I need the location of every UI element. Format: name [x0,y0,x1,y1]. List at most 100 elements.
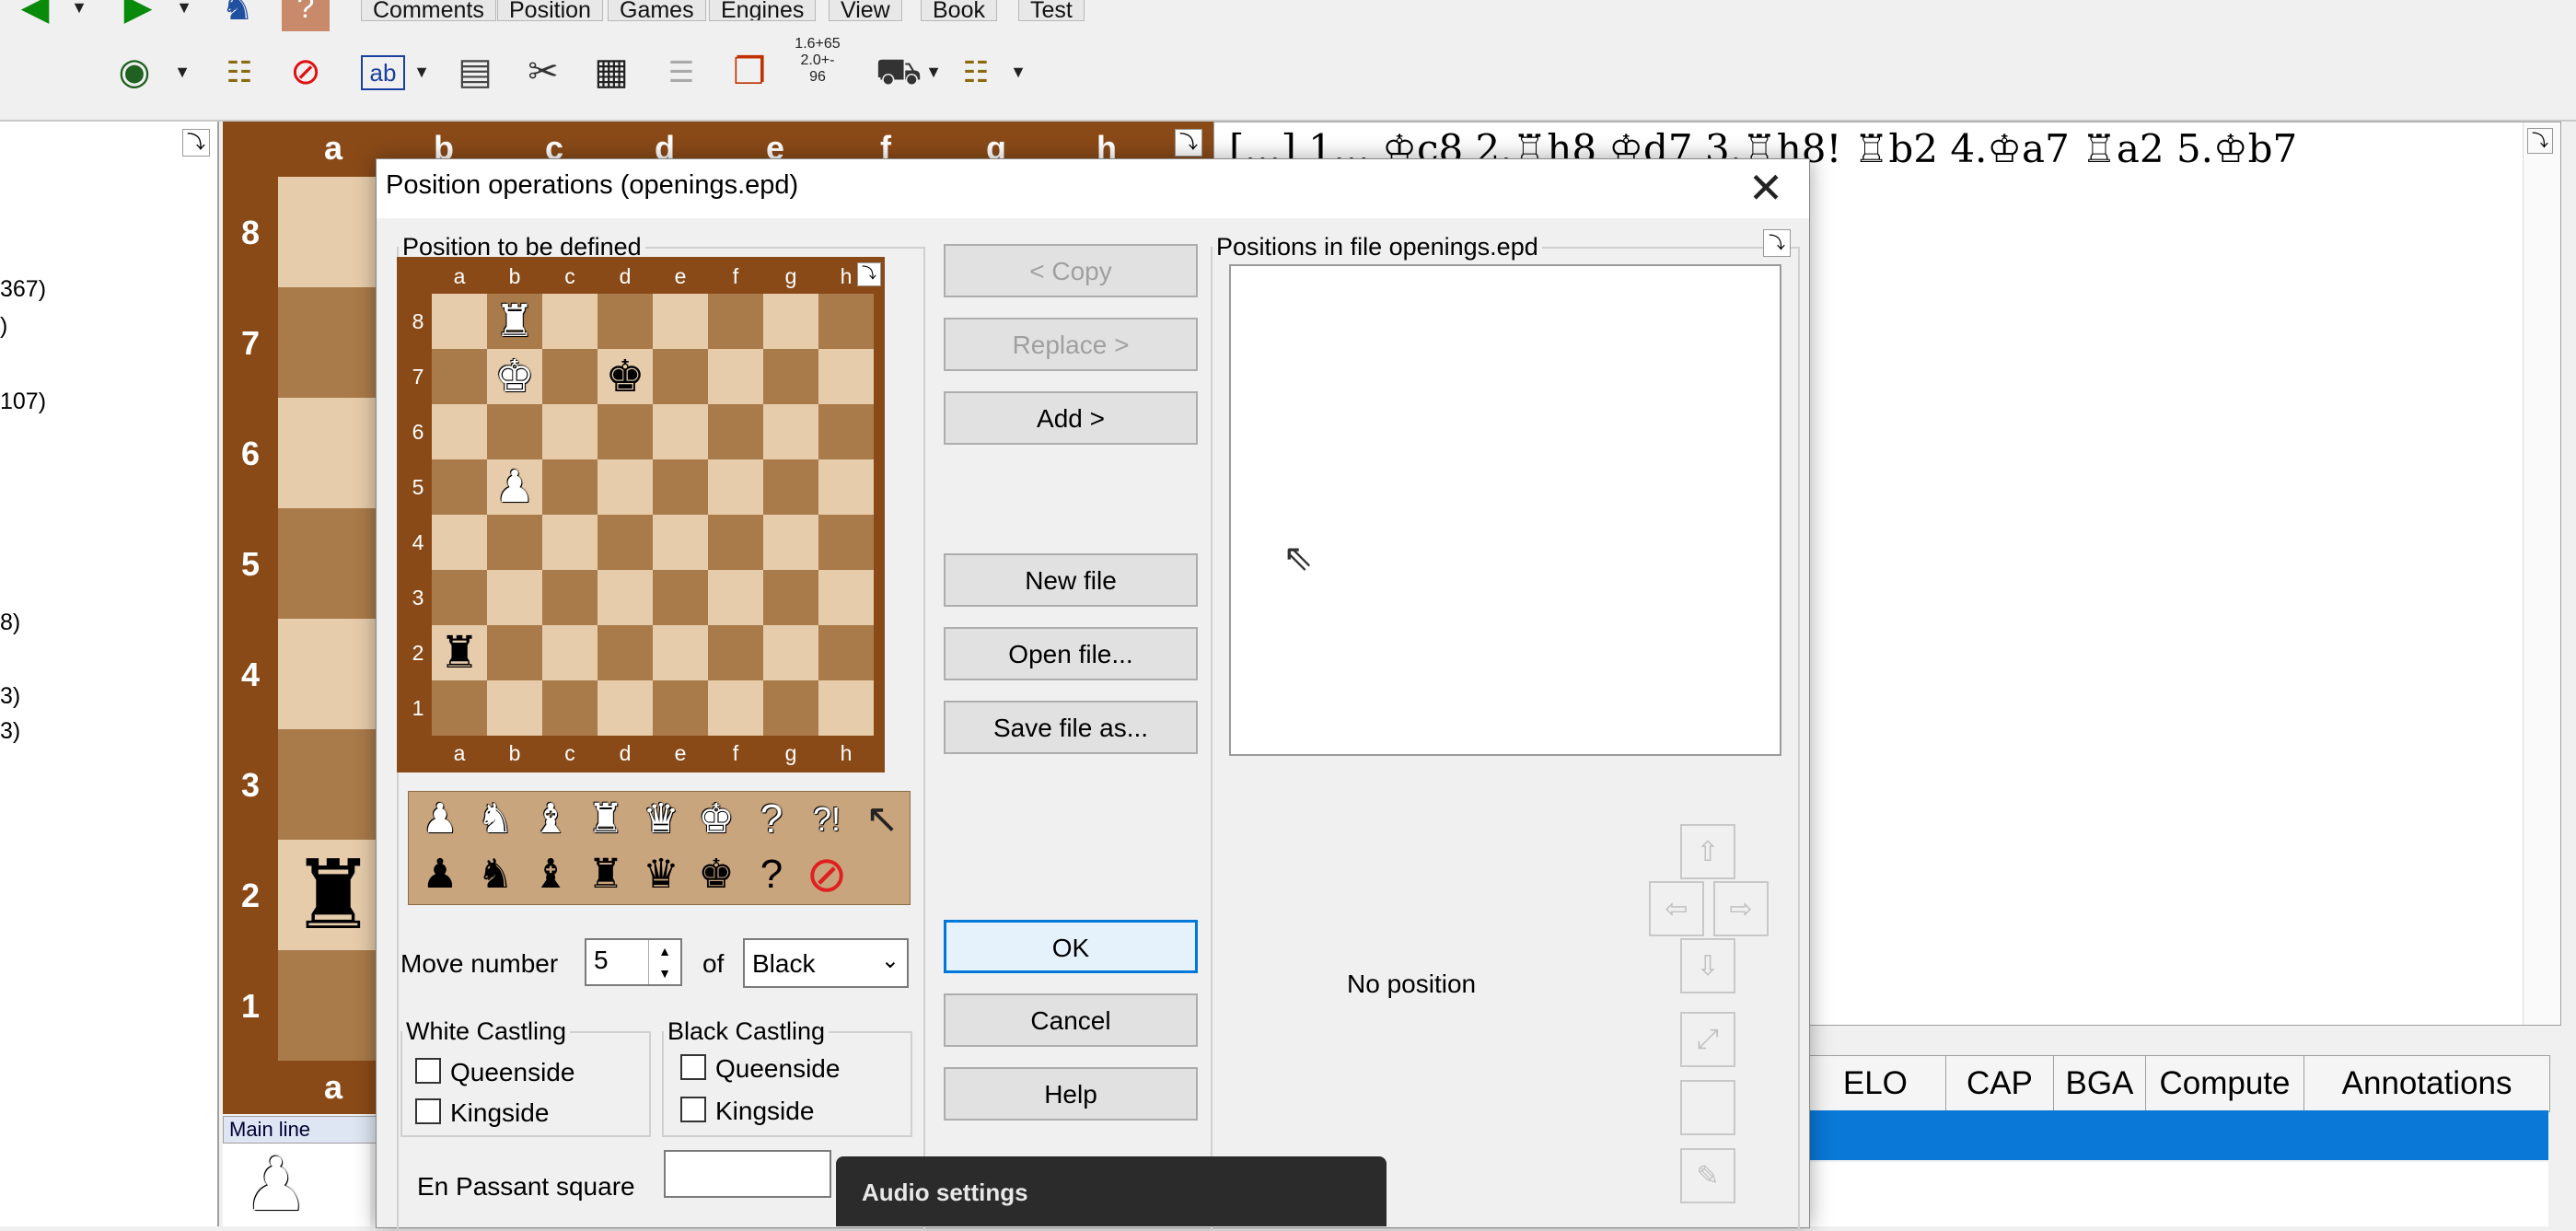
en-passant-input[interactable] [664,1150,831,1198]
dialog-titlebar[interactable]: Position operations (openings.epd) ✕ [377,159,1809,218]
board-square[interactable] [278,177,389,287]
tree-options-icon[interactable]: ☷ [952,48,1000,96]
board-square[interactable] [653,404,708,459]
text-edit-icon[interactable]: ab [361,55,405,90]
board-square[interactable] [432,459,487,515]
board-square[interactable] [708,570,763,625]
board-square[interactable] [432,515,487,570]
board-square[interactable] [653,459,708,515]
black-queenside-checkbox[interactable] [680,1054,706,1080]
board-square[interactable] [763,515,818,570]
unknown-piece-tool-2[interactable]: ?! [799,792,854,847]
chessboard-icon[interactable]: ▦ [587,48,635,96]
right-arrow-icon[interactable]: ⇨ [1713,881,1769,936]
board-square[interactable] [818,680,874,736]
position-editor-grid[interactable]: ♜ ♚ ♚ ♟ ♜ [432,294,874,736]
black-bishop-tool[interactable]: ♝ [523,847,578,902]
copy-icon[interactable]: ❐ [725,48,773,96]
tab-book[interactable]: Book [921,0,997,21]
board-square[interactable] [487,625,542,680]
black-rook-tool[interactable]: ♜ [578,847,633,902]
expand-icon[interactable]: ⤢ [1680,1012,1735,1067]
players-icon[interactable]: ♞ [214,0,261,31]
board-square[interactable] [763,625,818,680]
board-square[interactable] [818,625,874,680]
tab-games[interactable]: Games [608,0,706,21]
camera-icon[interactable]: ⛟ [875,48,922,96]
positions-list[interactable]: ⇖ [1229,264,1781,756]
column-cap[interactable]: CAP [1946,1056,2055,1111]
board-square[interactable] [432,680,487,736]
board-square[interactable] [818,349,874,404]
black-rook-piece[interactable]: ♜ [278,840,389,950]
help-button[interactable]: Help [944,1067,1198,1121]
white-rook-tool[interactable]: ♜ [578,792,633,847]
scissors-icon[interactable]: ✂ [519,48,567,96]
board-square[interactable] [432,570,487,625]
board-square[interactable] [278,619,389,729]
board-square[interactable] [653,294,708,349]
chevron-down-icon[interactable]: ▼ [412,48,431,96]
column-annotations[interactable]: Annotations [2304,1056,2549,1111]
board-square[interactable] [542,625,598,680]
left-arrow-icon[interactable]: ⇦ [1649,881,1704,936]
column-elo[interactable]: ELO [1805,1056,1946,1111]
board-square[interactable] [432,404,487,459]
board-square[interactable] [818,404,874,459]
side-select-value[interactable]: Black [752,949,815,979]
board-square[interactable] [542,515,598,570]
board-square[interactable] [708,404,763,459]
chevron-down-icon[interactable]: ▼ [175,0,193,31]
forbidden-icon[interactable]: ⊘ [282,48,330,96]
board-square[interactable] [432,349,487,404]
board-square[interactable] [763,404,818,459]
board-square[interactable] [818,570,874,625]
view-icon[interactable]: ◉ [110,48,158,96]
black-kingside-checkbox[interactable] [680,1097,706,1122]
piece-palette[interactable]: ♟ ♞ ♝ ♜ ♛ ♚ ? ?! ↖ ♟ ♞ ♝ ♜ ♛ ♚ ? ⊘ [408,791,911,905]
board-square[interactable] [653,515,708,570]
blank-tool-button[interactable] [1680,1080,1735,1135]
board-square[interactable] [818,515,874,570]
black-queen-tool[interactable]: ♛ [633,847,689,902]
back-arrow-icon[interactable]: ◀ [11,0,59,31]
board-square[interactable] [598,625,653,680]
tab-comments[interactable]: Comments [361,0,496,21]
chevron-down-icon[interactable]: ▼ [70,0,88,31]
white-piece-b8[interactable]: ♜ [487,294,542,349]
tab-view[interactable]: View [829,0,902,21]
board-square[interactable] [818,459,874,515]
add-button[interactable]: Add > [944,391,1198,445]
board-square[interactable] [653,570,708,625]
black-knight-tool[interactable]: ♞ [468,847,523,902]
score-icon[interactable]: 1.6+65 2.0+- 96 [794,36,841,85]
black-pawn-tool[interactable]: ♟ [412,847,468,902]
board-square[interactable] [653,349,708,404]
board-square[interactable] [542,404,598,459]
black-piece-d7[interactable]: ♚ [598,349,653,404]
move-number-spinner[interactable]: 5 ▲ ▼ [585,938,682,986]
board-square[interactable] [598,294,653,349]
open-file-button[interactable]: Open file... [944,627,1198,680]
board-square[interactable] [598,570,653,625]
board-square[interactable] [818,294,874,349]
chevron-down-icon[interactable]: ⌄ [881,947,899,974]
file-panel-menu-icon[interactable]: ⤵ [1763,229,1791,257]
copy-button[interactable]: < Copy [944,244,1198,297]
board-square[interactable] [598,515,653,570]
chevron-down-icon[interactable]: ▼ [1009,48,1027,96]
audio-settings-popup[interactable]: Audio settings [836,1156,1387,1226]
column-compute[interactable]: Compute [2146,1056,2305,1111]
board-square[interactable] [487,570,542,625]
board-square[interactable] [653,680,708,736]
close-icon[interactable]: ✕ [1743,165,1789,211]
board-square[interactable] [487,680,542,736]
board-square[interactable] [542,459,598,515]
erase-tool-icon[interactable]: ⊘ [799,847,854,902]
cancel-button[interactable]: Cancel [944,993,1198,1047]
replace-button[interactable]: Replace > [944,318,1198,371]
white-bishop-tool[interactable]: ♝ [523,792,578,847]
white-knight-tool[interactable]: ♞ [468,792,523,847]
spinner-arrows-icon[interactable]: ▲ ▼ [648,940,680,984]
up-arrow-icon[interactable]: ⇧ [1680,824,1735,879]
